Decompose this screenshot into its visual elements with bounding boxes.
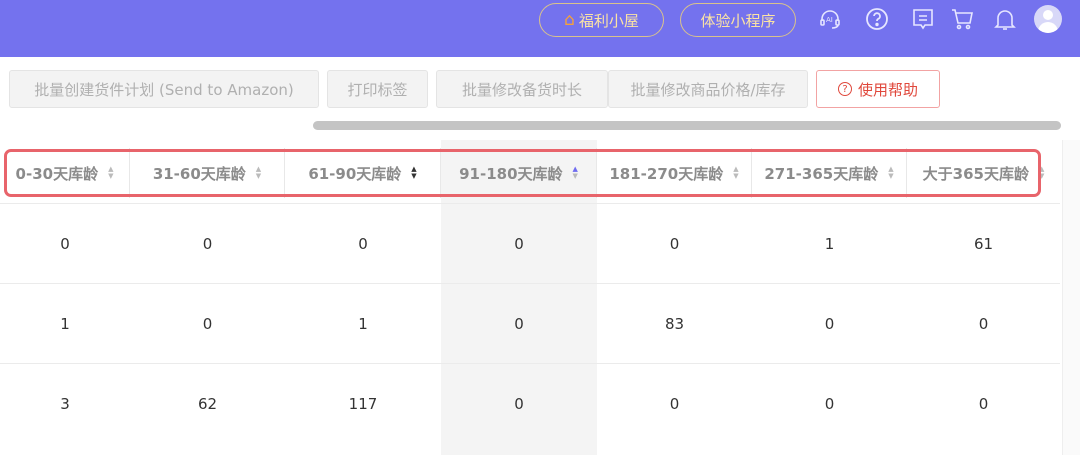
table-cell: 0	[824, 314, 835, 333]
table-cell: 0	[514, 314, 524, 333]
table-cell: 0	[669, 394, 680, 413]
table-cell: 1	[824, 234, 835, 253]
table-cell: 0	[514, 234, 524, 253]
table-row: 3 62 117 0 0 0 0	[0, 363, 1060, 443]
table-row: 1 0 1 0 83 0 0	[0, 283, 1060, 363]
table-cell: 1	[358, 314, 368, 333]
help-button[interactable]: ? 使用帮助	[816, 70, 940, 108]
table-cell: 62	[197, 394, 218, 413]
help-icon[interactable]	[865, 7, 889, 31]
welfare-button[interactable]: ⌂ 福利小屋	[539, 3, 664, 37]
bulk-edit-price-stock-button[interactable]: 批量修改商品价格/库存	[608, 70, 808, 108]
top-bar: ⌂ 福利小屋 体验小程序 AI	[0, 0, 1080, 57]
message-icon[interactable]	[911, 7, 935, 31]
help-circle-icon: ?	[837, 82, 852, 96]
bulk-edit-lead-time-button[interactable]: 批量修改备货时长	[436, 70, 608, 108]
table-row: 0 0 0 0 0 1 61	[0, 203, 1060, 283]
table-cell: 0	[60, 234, 70, 253]
table-cell: 0	[202, 314, 213, 333]
miniprogram-label: 体验小程序	[700, 11, 776, 30]
bell-icon[interactable]	[993, 7, 1017, 31]
svg-text:AI: AI	[826, 16, 833, 24]
table-cell: 117	[348, 394, 378, 413]
avatar[interactable]	[1034, 5, 1062, 33]
help-label: 使用帮助	[857, 80, 918, 99]
cart-icon[interactable]	[950, 7, 974, 31]
table-cell: 83	[664, 314, 685, 333]
table-cell: 3	[60, 394, 70, 413]
ai-support-icon[interactable]: AI	[818, 7, 842, 31]
house-icon: ⌂	[564, 10, 575, 30]
vertical-scrollbar[interactable]	[1062, 140, 1080, 455]
miniprogram-button[interactable]: 体验小程序	[680, 3, 796, 37]
header-highlight-box	[4, 149, 1041, 197]
table-cell: 0	[514, 394, 524, 413]
table-cell: 0	[978, 394, 989, 413]
table-cell: 0	[358, 234, 368, 253]
print-label-button[interactable]: 打印标签	[327, 70, 428, 108]
table-cell: 61	[973, 234, 994, 253]
table-cell: 0	[978, 314, 989, 333]
table-cell: 0	[202, 234, 213, 253]
table-cell: 0	[824, 394, 835, 413]
bulk-create-shipment-button[interactable]: 批量创建货件计划 (Send to Amazon)	[9, 70, 319, 108]
table-cell: 0	[669, 234, 680, 253]
table-cell: 1	[60, 314, 70, 333]
horizontal-scrollbar[interactable]	[313, 121, 1061, 130]
welfare-label: 福利小屋	[578, 11, 639, 30]
